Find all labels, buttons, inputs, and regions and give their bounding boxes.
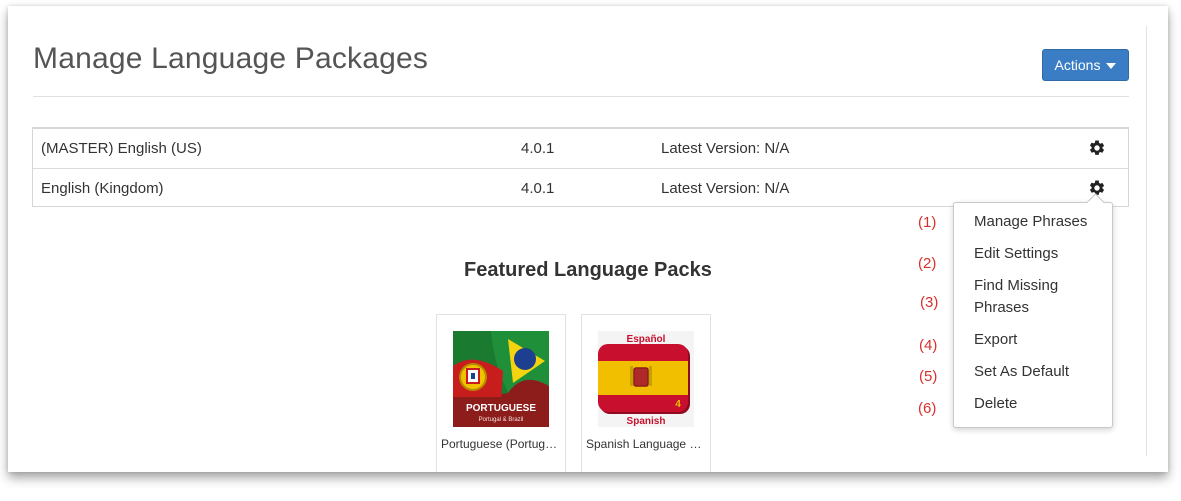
- annotation-number: (3): [920, 294, 939, 311]
- menu-item-export[interactable]: Export: [974, 329, 1099, 351]
- portuguese-image-title: PORTUGUESE: [466, 403, 536, 414]
- caret-down-icon: [1106, 62, 1117, 69]
- annotation-number: (1): [918, 214, 937, 231]
- package-latest-version: Latest Version: N/A: [661, 180, 790, 197]
- menu-item-manage-phrases[interactable]: Manage Phrases: [974, 211, 1099, 233]
- row-actions-menu: Manage Phrases Edit Settings Find Missin…: [953, 202, 1113, 428]
- spanish-image-badge: 4: [675, 399, 681, 410]
- pack-label: Portuguese (Portugal ...: [441, 437, 563, 451]
- pack-label: Spanish Language Pack: [586, 437, 708, 451]
- package-version: 4.0.1: [521, 140, 555, 157]
- package-version: 4.0.1: [521, 180, 555, 197]
- table-row: (MASTER) English (US) 4.0.1 Latest Versi…: [33, 129, 1128, 168]
- language-pack-card-portuguese[interactable]: PORTUGUESE Portugal & Brazil Portuguese …: [436, 314, 566, 472]
- spanish-pack-image: Español 4 Spanish: [598, 331, 694, 427]
- spanish-image-bottom: Spanish: [627, 416, 666, 427]
- package-name: (MASTER) English (US): [41, 140, 202, 157]
- annotation-number: (4): [919, 337, 938, 354]
- menu-item-edit-settings[interactable]: Edit Settings: [974, 243, 1099, 265]
- language-pack-card-spanish[interactable]: Español 4 Spanish Spanish Language Pack: [581, 314, 711, 472]
- portuguese-image-subtitle: Portugal & Brazil: [479, 417, 524, 423]
- panel-divider: [1146, 26, 1147, 456]
- featured-heading: Featured Language Packs: [464, 259, 712, 281]
- annotation-number: (6): [918, 400, 937, 417]
- menu-item-delete[interactable]: Delete: [974, 393, 1099, 415]
- package-latest-version: Latest Version: N/A: [661, 140, 790, 157]
- portuguese-pack-image: PORTUGUESE Portugal & Brazil: [453, 331, 549, 427]
- gear-icon[interactable]: [1088, 139, 1106, 157]
- title-divider: [33, 96, 1129, 97]
- menu-item-set-as-default[interactable]: Set As Default: [974, 361, 1099, 383]
- package-name: English (Kingdom): [41, 180, 164, 197]
- actions-button[interactable]: Actions: [1042, 49, 1129, 81]
- annotation-number: (5): [919, 368, 938, 385]
- annotation-number: (2): [918, 255, 937, 272]
- language-package-table: (MASTER) English (US) 4.0.1 Latest Versi…: [32, 127, 1129, 207]
- menu-item-find-missing-phrases[interactable]: Find Missing Phrases: [974, 275, 1099, 319]
- page-title: Manage Language Packages: [33, 42, 429, 75]
- spanish-image-top: Español: [627, 334, 666, 345]
- main-panel: Manage Language Packages Actions (MASTER…: [8, 6, 1168, 472]
- actions-button-label: Actions: [1054, 57, 1101, 73]
